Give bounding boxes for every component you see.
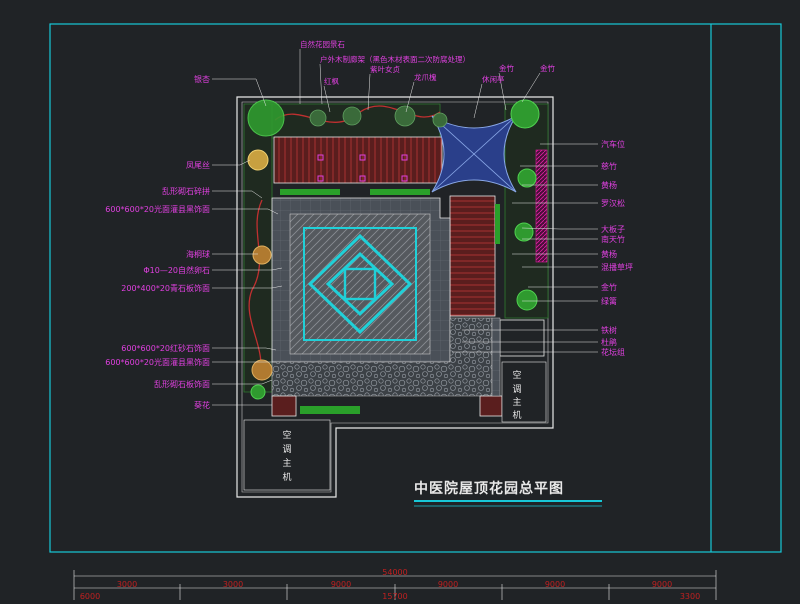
ac-zone-right bbox=[501, 361, 547, 423]
left-label: 葵花 bbox=[194, 400, 210, 410]
top-label: 自然花园景石 bbox=[300, 39, 345, 49]
right-hatched-strip bbox=[535, 149, 548, 263]
dimension-6: 9000 bbox=[652, 580, 672, 589]
right-label-column: 汽车位慈竹黄杨罗汉松大板子南天竹黄杨混播草坪金竹绿篱铁树杜鹃花坛组 bbox=[601, 139, 633, 357]
top-label: 紫叶女贞 bbox=[370, 64, 400, 74]
right-label: 金竹 bbox=[601, 282, 617, 292]
right-label: 慈竹 bbox=[601, 161, 617, 171]
ac-right-char-3: 主 bbox=[512, 396, 521, 408]
left-label: 乱形砌石板饰面 bbox=[154, 379, 210, 389]
left-label-column: 银杏凤尾丝乱形砌石碎拼600*600*20光面灌县黑饰面海桐球Φ10—20自然卵… bbox=[105, 74, 210, 410]
right-label: 铁树 bbox=[601, 325, 617, 335]
dimension-5: 9000 bbox=[545, 580, 565, 589]
leader-line bbox=[319, 63, 323, 105]
wood-deck-top bbox=[273, 136, 443, 184]
ac-area-right bbox=[499, 319, 545, 357]
top-label: 龙爪槐 bbox=[414, 72, 437, 82]
paver-strip bbox=[491, 317, 501, 397]
dimension-1: 3000 bbox=[117, 580, 137, 589]
right-label: 大板子 bbox=[601, 224, 625, 234]
top-label: 户外木制廊架（黑色木材表面二次防腐处理） bbox=[320, 54, 470, 64]
left-label: 600*600*20光面灌县黑饰面 bbox=[105, 204, 210, 214]
left-label: 凤尾丝 bbox=[186, 160, 210, 170]
left-label: 海桐球 bbox=[186, 249, 210, 259]
top-label-row: 自然花园景石户外木制廊架（黑色木材表面二次防腐处理）红枫紫叶女贞龙爪槐 休闲亭金竹… bbox=[300, 39, 555, 86]
leader-line bbox=[521, 72, 541, 103]
ac-right-char-1: 空 bbox=[512, 369, 521, 381]
right-label: 绿篱 bbox=[601, 296, 617, 306]
hedge-bar-1 bbox=[280, 189, 340, 195]
planter-sw bbox=[271, 395, 297, 417]
right-label: 混播草坪 bbox=[601, 262, 633, 272]
left-label: 乱形砌石碎拼 bbox=[162, 186, 210, 196]
left-label: 银杏 bbox=[194, 74, 210, 84]
garden-plan-drawing: 银杏凤尾丝乱形砌石碎拼600*600*20光面灌县黑饰面海桐球Φ10—20自然卵… bbox=[49, 23, 782, 601]
ac-right-char-4: 机 bbox=[512, 409, 521, 421]
top-label: 红枫 bbox=[324, 76, 339, 86]
wood-deck-right bbox=[449, 195, 496, 317]
top-label: 金竹 bbox=[540, 63, 555, 73]
ac-left-char-1: 空 bbox=[282, 429, 291, 441]
right-label: 花坛组 bbox=[601, 347, 625, 357]
hedge-bar-2 bbox=[370, 189, 430, 195]
dimension-bottom-2: 15700 bbox=[382, 592, 407, 600]
top-label: 金竹 bbox=[499, 63, 514, 73]
left-label: 200*400*20青石板饰面 bbox=[121, 283, 210, 293]
right-label: 杜鹃 bbox=[601, 337, 617, 347]
right-label: 汽车位 bbox=[601, 139, 625, 149]
left-label: Φ10—20自然卵石 bbox=[143, 265, 210, 275]
hedge-bar-4 bbox=[300, 406, 360, 414]
dimension-bottom-3: 3300 bbox=[680, 592, 700, 600]
pavilion-roof bbox=[431, 115, 517, 193]
left-label: 600*600*20红砂石饰面 bbox=[121, 343, 210, 353]
planter-se bbox=[479, 395, 503, 417]
dimension-3: 9000 bbox=[331, 580, 351, 589]
right-label: 罗汉松 bbox=[601, 198, 625, 208]
dimension-2: 3000 bbox=[223, 580, 243, 589]
left-label: 600*600*20光面灌县黑饰面 bbox=[105, 357, 210, 367]
top-label: 休闲亭 bbox=[482, 74, 505, 84]
cad-viewport[interactable]: 银杏 凤尾丝 乱形砌石碎拼 600*600*20光面灌县黑饰面 海桐球 Φ10—20自然卵… bbox=[0, 0, 800, 601]
dimension-4: 9000 bbox=[438, 580, 458, 589]
right-label: 南天竹 bbox=[601, 234, 625, 244]
right-label: 黄杨 bbox=[601, 249, 617, 259]
ac-left-char-3: 主 bbox=[282, 457, 291, 469]
ac-left-char-4: 机 bbox=[282, 471, 291, 483]
right-label: 黄杨 bbox=[601, 180, 617, 190]
hedge-bar-3 bbox=[495, 204, 500, 244]
dimension-total: 54000 bbox=[382, 568, 407, 577]
leader-line bbox=[473, 83, 483, 119]
ac-right-char-2: 调 bbox=[512, 384, 521, 395]
ac-left-char-2: 调 bbox=[282, 444, 291, 455]
drawing-title: 中医院屋顶花园总平图 bbox=[414, 480, 564, 497]
dimension-bottom-1: 6000 bbox=[80, 592, 100, 600]
